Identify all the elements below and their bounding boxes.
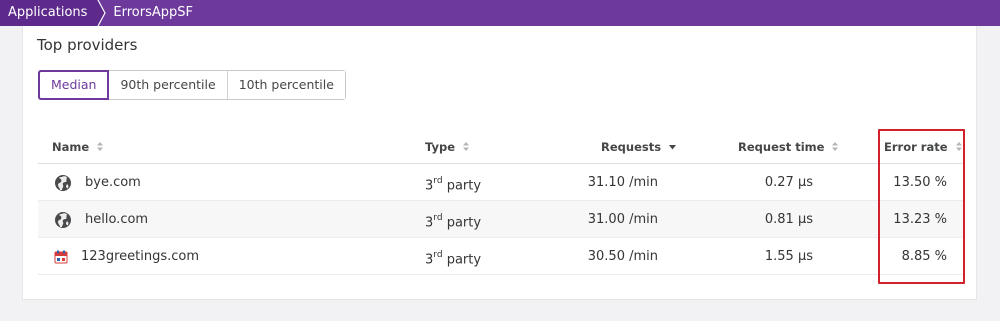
requests-value: 31.10 /min: [587, 175, 658, 190]
globe-icon: [54, 211, 72, 229]
provider-name[interactable]: 123greetings.com: [81, 238, 199, 275]
table-row[interactable]: hello.com 3rd party 31.00 /min 0.81 µs 1…: [38, 201, 963, 238]
calendar-favicon-icon: [54, 249, 68, 264]
provider-name[interactable]: bye.com: [85, 164, 141, 201]
table-row[interactable]: 123greetings.com 3rd party 30.50 /min 1.…: [38, 238, 963, 275]
tab-median[interactable]: Median: [38, 70, 110, 100]
error-rate-highlight-box: [878, 129, 965, 284]
top-providers-card: Top providers Median 90th percentile 10t…: [22, 26, 977, 300]
column-header-type[interactable]: Type: [425, 130, 470, 164]
request-time-value: 1.55 µs: [764, 249, 813, 264]
column-header-requests[interactable]: Requests: [601, 130, 677, 164]
tab-90th-percentile[interactable]: 90th percentile: [109, 71, 228, 99]
table-header: Name Type Requests Request time Error ra…: [38, 130, 963, 164]
provider-type: 3rd party: [425, 213, 482, 231]
sort-icon: [97, 130, 104, 164]
requests-value: 30.50 /min: [587, 249, 658, 264]
sort-icon: [463, 130, 470, 164]
column-header-name[interactable]: Name: [52, 130, 104, 164]
requests-value: 31.00 /min: [587, 212, 658, 227]
provider-name[interactable]: hello.com: [85, 201, 148, 238]
request-time-value: 0.81 µs: [764, 212, 813, 227]
globe-icon: [54, 174, 72, 192]
providers-table: Name Type Requests Request time Error ra…: [38, 130, 963, 275]
provider-type: 3rd party: [425, 250, 482, 268]
column-header-request-time[interactable]: Request time: [738, 130, 839, 164]
breadcrumb-applications[interactable]: Applications: [0, 0, 96, 26]
breadcrumb-separator-icon: [95, 0, 109, 26]
breadcrumb: Applications ErrorsAppSF: [0, 0, 1000, 26]
sort-descending-icon: [669, 130, 677, 164]
breadcrumb-current-app[interactable]: ErrorsAppSF: [109, 0, 193, 26]
provider-type: 3rd party: [425, 176, 482, 194]
request-time-value: 0.27 µs: [764, 175, 813, 190]
percentile-segmented-control: Median 90th percentile 10th percentile: [38, 70, 346, 100]
sort-icon: [832, 130, 839, 164]
table-row[interactable]: bye.com 3rd party 31.10 /min 0.27 µs 13.…: [38, 164, 963, 201]
card-title: Top providers: [37, 36, 138, 54]
tab-10th-percentile[interactable]: 10th percentile: [227, 71, 345, 99]
